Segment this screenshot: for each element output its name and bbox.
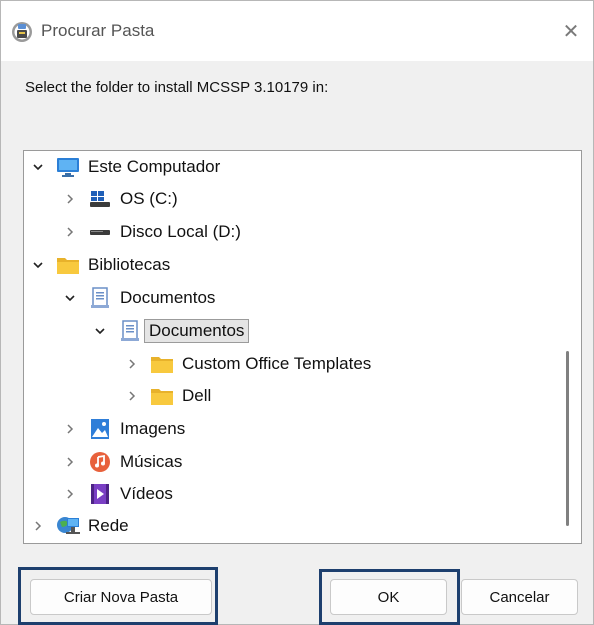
network-icon [56,515,80,537]
tree-node-label: Documentos [144,319,250,343]
chevron-right-icon[interactable] [62,421,78,437]
tree-node-os-c[interactable]: OS (C:) [62,185,178,213]
tree-node-documentos-selected[interactable]: Documentos [92,317,250,345]
chevron-right-icon[interactable] [62,454,78,470]
tree-node-documentos-library[interactable]: Documentos [62,284,215,312]
computer-icon [56,156,80,178]
chevron-down-icon[interactable] [92,323,108,339]
tree-node-label: Vídeos [120,484,173,503]
music-icon [88,451,112,473]
tree-node-label: Rede [88,516,129,535]
tree-node-label: Este Computador [88,157,221,176]
browse-folder-dialog: Procurar Pasta ✕ Select the folder to in… [0,0,594,625]
tree-node-label: Imagens [120,419,186,438]
tree-node-label: Dell [182,386,212,405]
tree-node-este-computador[interactable]: Este Computador [30,153,220,181]
videos-icon [88,483,112,505]
tree-node-rede[interactable]: Rede [30,512,129,540]
chevron-right-icon[interactable] [124,356,140,372]
chevron-down-icon[interactable] [62,290,78,306]
dialog-title: Procurar Pasta [41,21,155,40]
documents-library-icon [118,320,142,342]
ok-button[interactable]: OK [330,579,447,615]
tree-node-label: Músicas [120,452,183,471]
installer-app-icon [11,21,33,43]
tree-node-musicas[interactable]: Músicas [62,448,182,476]
tree-node-label: Documentos [120,288,216,307]
tree-node-videos[interactable]: Vídeos [62,480,173,508]
tree-node-label: OS (C:) [120,189,178,208]
new-folder-button[interactable]: Criar Nova Pasta [30,579,212,615]
cancel-button[interactable]: Cancelar [461,579,578,615]
folder-icon [150,385,174,407]
tree-node-dell[interactable]: Dell [124,382,211,410]
chevron-down-icon[interactable] [30,159,46,175]
tree-scrollbar-thumb[interactable] [566,351,569,526]
chevron-right-icon[interactable] [62,191,78,207]
chevron-down-icon[interactable] [30,257,46,273]
chevron-right-icon[interactable] [124,388,140,404]
chevron-right-icon[interactable] [62,486,78,502]
instruction-text: Select the folder to install MCSSP 3.101… [25,79,329,96]
chevron-right-icon[interactable] [30,518,46,534]
folder-icon [56,254,80,276]
folder-tree[interactable]: Este Computador OS (C:) Disco Local (D:) [23,150,582,544]
close-button[interactable]: ✕ [557,19,585,45]
pictures-icon [88,418,112,440]
drive-icon [88,221,112,243]
tree-node-label: Custom Office Templates [182,354,372,373]
tree-node-imagens[interactable]: Imagens [62,415,185,443]
tree-node-custom-office-templates[interactable]: Custom Office Templates [124,350,371,378]
windows-drive-icon [88,188,112,210]
chevron-right-icon[interactable] [62,224,78,240]
tree-node-label: Disco Local (D:) [120,222,241,241]
tree-node-label: Bibliotecas [88,255,171,274]
title-bar: Procurar Pasta ✕ [1,1,593,61]
tree-node-disco-local-d[interactable]: Disco Local (D:) [62,218,241,246]
tree-node-bibliotecas[interactable]: Bibliotecas [30,251,170,279]
documents-library-icon [88,287,112,309]
folder-icon [150,353,174,375]
